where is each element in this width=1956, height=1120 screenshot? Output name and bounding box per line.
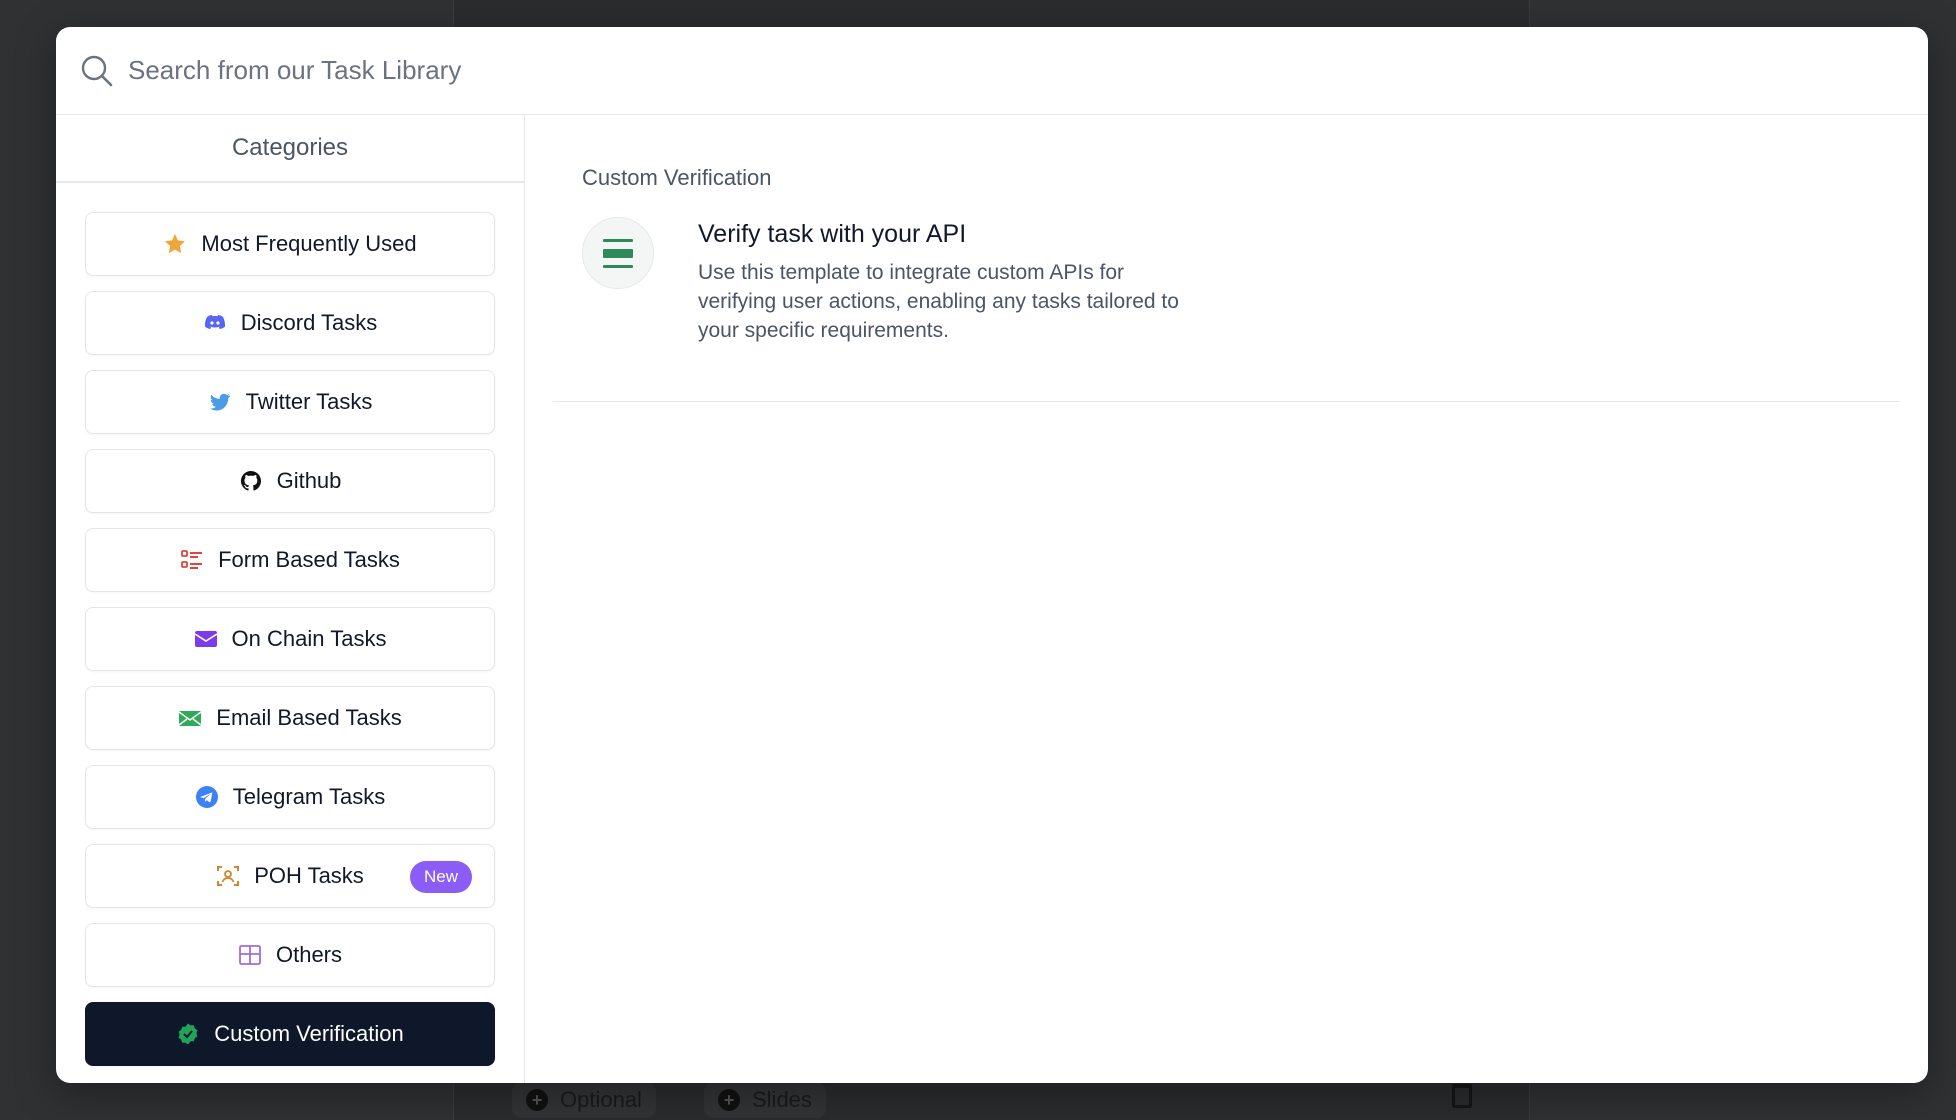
plus-icon <box>718 1089 740 1111</box>
verified-badge-icon <box>176 1022 200 1046</box>
task-content-area: Custom Verification Verify task with you… <box>525 115 1928 1083</box>
category-label: Discord Tasks <box>240 310 378 335</box>
api-server-icon <box>582 217 654 289</box>
category-most-frequently-used[interactable]: Most Frequently Used <box>85 212 495 276</box>
new-badge: New <box>409 861 472 893</box>
task-title: Verify task with your API <box>698 220 967 248</box>
slides-chip: Slides <box>704 1082 826 1118</box>
form-list-icon <box>180 548 204 572</box>
optional-label: Optional <box>560 1087 642 1112</box>
category-label: Most Frequently Used <box>201 231 417 256</box>
task-library-modal: Categories Most Frequently Used Discord … <box>56 27 1928 1083</box>
category-github[interactable]: Github <box>85 449 495 513</box>
search-input[interactable] <box>128 55 928 86</box>
optional-chip: Optional <box>512 1082 656 1118</box>
category-poh-tasks[interactable]: POH Tasks New <box>85 844 495 908</box>
category-label: Telegram Tasks <box>232 784 386 809</box>
category-label: Twitter Tasks <box>245 389 373 414</box>
category-label: Form Based Tasks <box>218 547 400 572</box>
category-others[interactable]: Others <box>85 923 495 987</box>
category-on-chain-tasks[interactable]: On Chain Tasks <box>85 607 495 671</box>
section-title: Custom Verification <box>582 165 772 190</box>
task-card[interactable]: Verify task with your API Use this templ… <box>553 217 1900 402</box>
category-label: Custom Verification <box>214 1021 404 1046</box>
category-list: Most Frequently Used Discord Tasks Twitt… <box>56 183 524 1066</box>
wallet-icon <box>194 627 218 651</box>
category-form-based-tasks[interactable]: Form Based Tasks <box>85 528 495 592</box>
categories-heading: Categories <box>56 115 524 183</box>
category-telegram-tasks[interactable]: Telegram Tasks <box>85 765 495 829</box>
envelope-icon <box>178 706 202 730</box>
star-icon <box>163 232 187 256</box>
search-icon <box>80 54 114 88</box>
github-icon <box>239 469 263 493</box>
search-bar <box>56 27 1928 115</box>
category-label: On Chain Tasks <box>231 626 387 651</box>
grid-icon <box>238 943 262 967</box>
category-label: POH Tasks <box>254 863 364 888</box>
task-description: Use this template to integrate custom AP… <box>698 261 1179 342</box>
background-toolbar: Optional Slides <box>0 1082 1956 1118</box>
category-custom-verification[interactable]: Custom Verification <box>85 1002 495 1066</box>
categories-sidebar: Categories Most Frequently Used Discord … <box>56 115 525 1083</box>
plus-icon <box>526 1089 548 1111</box>
discord-icon <box>203 311 227 335</box>
slides-label: Slides <box>752 1087 812 1112</box>
twitter-icon <box>208 390 232 414</box>
category-email-based-tasks[interactable]: Email Based Tasks <box>85 686 495 750</box>
person-scan-icon <box>216 864 240 888</box>
category-twitter-tasks[interactable]: Twitter Tasks <box>85 370 495 434</box>
trash-icon <box>1452 1084 1472 1108</box>
category-label: Github <box>276 468 342 493</box>
category-label: Others <box>275 942 343 967</box>
category-label: Email Based Tasks <box>216 705 402 730</box>
telegram-icon <box>195 785 219 809</box>
task-text: Verify task with your API Use this templ… <box>698 217 1198 345</box>
category-discord-tasks[interactable]: Discord Tasks <box>85 291 495 355</box>
